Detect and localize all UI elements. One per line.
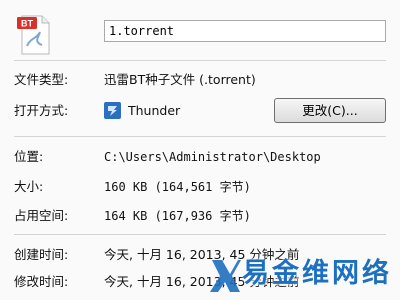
modified-label: 修改时间: xyxy=(14,274,69,289)
location-value: C:\Users\Administrator\Desktop xyxy=(104,150,321,164)
size-value: 160 KB (164,561 字节) xyxy=(104,180,251,194)
properties-panel: BT 1.torrent 文件类型: 迅雷BT种子文件 (.torrent) 打… xyxy=(0,0,400,300)
watermark-logo-icon xyxy=(210,260,241,292)
torrent-file-icon: BT xyxy=(17,15,50,55)
size-on-disk-value: 164 KB (167,936 字节) xyxy=(104,209,251,223)
divider xyxy=(14,136,386,137)
opens-with-label: 打开方式: xyxy=(14,103,69,118)
thunder-app-icon xyxy=(104,102,121,119)
divider xyxy=(14,60,386,61)
opens-with-value: Thunder xyxy=(128,103,181,118)
location-label: 位置: xyxy=(14,149,44,164)
size-label: 大小: xyxy=(14,179,44,194)
bt-badge: BT xyxy=(21,19,33,29)
watermark-text: 易金维网络 xyxy=(242,258,392,289)
size-on-disk-label: 占用空间: xyxy=(14,208,69,223)
file-type-label: 文件类型: xyxy=(14,72,69,87)
divider xyxy=(14,234,386,235)
change-button[interactable]: 更改(C)... xyxy=(274,98,386,123)
file-name-input[interactable]: 1.torrent xyxy=(104,20,386,42)
created-label: 创建时间: xyxy=(14,247,69,262)
file-type-value: 迅雷BT种子文件 (.torrent) xyxy=(104,72,256,87)
